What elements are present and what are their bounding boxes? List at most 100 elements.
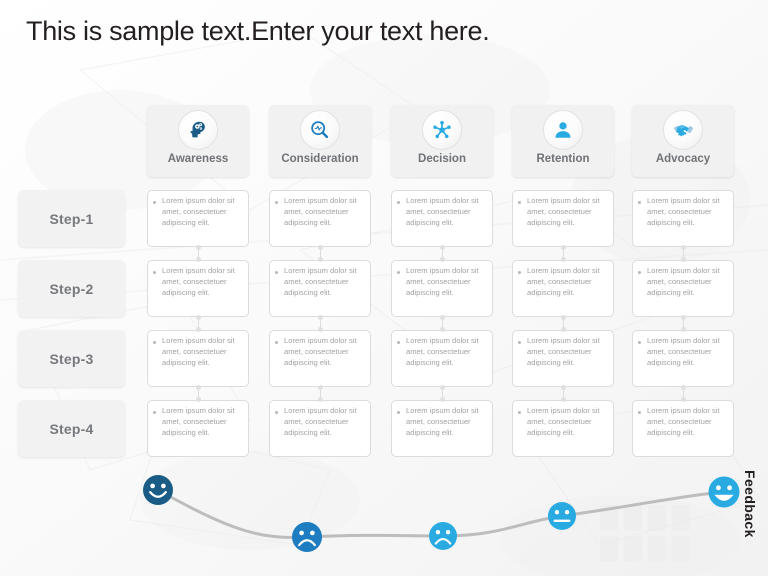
bullet-icon bbox=[397, 271, 400, 274]
cell-text: Lorem ipsum dolor sit amet, consectetuer… bbox=[527, 266, 600, 297]
header-label: Consideration bbox=[281, 153, 359, 165]
table-row[interactable]: Lorem ipsum dolor sit amet, consectetuer… bbox=[391, 190, 493, 247]
table-row[interactable]: Lorem ipsum dolor sit amet, consectetuer… bbox=[632, 330, 734, 387]
cell-text: Lorem ipsum dolor sit amet, consectetuer… bbox=[406, 196, 479, 227]
cell-text: Lorem ipsum dolor sit amet, consectetuer… bbox=[162, 406, 235, 437]
step-label-1[interactable]: Step-1 bbox=[18, 190, 125, 247]
smiley-face-sad-2[interactable] bbox=[429, 522, 457, 550]
bullet-icon bbox=[153, 411, 156, 414]
cell-text: Lorem ipsum dolor sit amet, consectetuer… bbox=[284, 196, 357, 227]
table-row[interactable]: Lorem ipsum dolor sit amet, consectetuer… bbox=[632, 190, 734, 247]
bullet-icon bbox=[638, 411, 641, 414]
table-row[interactable]: Lorem ipsum dolor sit amet, consectetuer… bbox=[512, 400, 614, 457]
bullet-icon bbox=[518, 271, 521, 274]
bullet-icon bbox=[275, 411, 278, 414]
cell-connector bbox=[440, 315, 445, 332]
cell-text: Lorem ipsum dolor sit amet, consectetuer… bbox=[162, 336, 235, 367]
step-label-3[interactable]: Step-3 bbox=[18, 330, 125, 387]
table-row[interactable]: Lorem ipsum dolor sit amet, consectetuer… bbox=[269, 190, 371, 247]
bullet-icon bbox=[397, 201, 400, 204]
step-label-text: Step-4 bbox=[49, 420, 94, 437]
header-label: Decision bbox=[418, 153, 466, 165]
cell-connector bbox=[440, 385, 445, 402]
cell-text: Lorem ipsum dolor sit amet, consectetuer… bbox=[406, 406, 479, 437]
header-label: Advocacy bbox=[655, 153, 711, 165]
person-icon bbox=[543, 110, 583, 150]
cell-text: Lorem ipsum dolor sit amet, consectetuer… bbox=[647, 336, 720, 367]
bullet-icon bbox=[153, 271, 156, 274]
table-row[interactable]: Lorem ipsum dolor sit amet, consectetuer… bbox=[512, 260, 614, 317]
smiley-face-grin[interactable] bbox=[708, 476, 740, 508]
cell-text: Lorem ipsum dolor sit amet, consectetuer… bbox=[527, 196, 600, 227]
bullet-icon bbox=[518, 411, 521, 414]
bullet-icon bbox=[275, 201, 278, 204]
cell-connector bbox=[318, 385, 323, 402]
bullet-icon bbox=[153, 201, 156, 204]
table-row[interactable]: Lorem ipsum dolor sit amet, consectetuer… bbox=[269, 330, 371, 387]
table-row[interactable]: Lorem ipsum dolor sit amet, consectetuer… bbox=[269, 400, 371, 457]
table-row[interactable]: Lorem ipsum dolor sit amet, consectetuer… bbox=[391, 260, 493, 317]
header-card-consideration[interactable]: Consideration bbox=[269, 105, 371, 177]
table-row[interactable]: Lorem ipsum dolor sit amet, consectetuer… bbox=[147, 330, 249, 387]
table-row[interactable]: Lorem ipsum dolor sit amet, consectetuer… bbox=[632, 400, 734, 457]
smiley-face-neutral[interactable] bbox=[548, 502, 576, 530]
bullet-icon bbox=[518, 341, 521, 344]
step-label-2[interactable]: Step-2 bbox=[18, 260, 125, 317]
step-label-4[interactable]: Step-4 bbox=[18, 400, 125, 457]
head-gears-icon bbox=[178, 110, 218, 150]
table-row[interactable]: Lorem ipsum dolor sit amet, consectetuer… bbox=[147, 190, 249, 247]
step-label-text: Step-1 bbox=[49, 210, 94, 227]
handshake-icon bbox=[663, 110, 703, 150]
cell-connector bbox=[318, 245, 323, 262]
cell-connector bbox=[196, 315, 201, 332]
bullet-icon bbox=[397, 341, 400, 344]
header-label: Retention bbox=[536, 153, 590, 165]
table-row[interactable]: Lorem ipsum dolor sit amet, consectetuer… bbox=[512, 190, 614, 247]
table-row[interactable]: Lorem ipsum dolor sit amet, consectetuer… bbox=[269, 260, 371, 317]
table-row[interactable]: Lorem ipsum dolor sit amet, consectetuer… bbox=[391, 400, 493, 457]
cell-text: Lorem ipsum dolor sit amet, consectetuer… bbox=[647, 266, 720, 297]
table-row[interactable]: Lorem ipsum dolor sit amet, consectetuer… bbox=[147, 260, 249, 317]
cell-text: Lorem ipsum dolor sit amet, consectetuer… bbox=[284, 266, 357, 297]
bullet-icon bbox=[518, 201, 521, 204]
cell-text: Lorem ipsum dolor sit amet, consectetuer… bbox=[527, 406, 600, 437]
cell-text: Lorem ipsum dolor sit amet, consectetuer… bbox=[162, 266, 235, 297]
bullet-icon bbox=[638, 201, 641, 204]
cell-text: Lorem ipsum dolor sit amet, consectetuer… bbox=[647, 406, 720, 437]
feedback-curve bbox=[143, 475, 740, 552]
smiley-face-happy[interactable] bbox=[143, 475, 173, 505]
network-node-icon bbox=[422, 110, 462, 150]
cell-connector bbox=[561, 245, 566, 262]
cell-connector bbox=[318, 315, 323, 332]
cell-text: Lorem ipsum dolor sit amet, consectetuer… bbox=[284, 336, 357, 367]
bullet-icon bbox=[153, 341, 156, 344]
cell-text: Lorem ipsum dolor sit amet, consectetuer… bbox=[162, 196, 235, 227]
cell-text: Lorem ipsum dolor sit amet, consectetuer… bbox=[406, 266, 479, 297]
step-label-text: Step-3 bbox=[49, 350, 94, 367]
header-card-awareness[interactable]: Awareness bbox=[147, 105, 249, 177]
header-card-advocacy[interactable]: Advocacy bbox=[632, 105, 734, 177]
header-label: Awareness bbox=[167, 153, 229, 165]
page-title: This is sample text.Enter your text here… bbox=[26, 16, 490, 46]
cell-text: Lorem ipsum dolor sit amet, consectetuer… bbox=[647, 196, 720, 227]
cell-connector bbox=[681, 245, 686, 262]
table-row[interactable]: Lorem ipsum dolor sit amet, consectetuer… bbox=[632, 260, 734, 317]
bullet-icon bbox=[275, 341, 278, 344]
smiley-face-sad-1[interactable] bbox=[292, 522, 322, 552]
cell-connector bbox=[196, 245, 201, 262]
cell-connector bbox=[561, 315, 566, 332]
bullet-icon bbox=[638, 341, 641, 344]
step-label-text: Step-2 bbox=[49, 280, 94, 297]
table-row[interactable]: Lorem ipsum dolor sit amet, consectetuer… bbox=[512, 330, 614, 387]
cell-text: Lorem ipsum dolor sit amet, consectetuer… bbox=[527, 336, 600, 367]
bullet-icon bbox=[275, 271, 278, 274]
header-card-decision[interactable]: Decision bbox=[391, 105, 493, 177]
feedback-label: Feedback bbox=[742, 470, 758, 538]
cell-text: Lorem ipsum dolor sit amet, consectetuer… bbox=[406, 336, 479, 367]
cell-text: Lorem ipsum dolor sit amet, consectetuer… bbox=[284, 406, 357, 437]
cell-connector bbox=[440, 245, 445, 262]
header-card-retention[interactable]: Retention bbox=[512, 105, 614, 177]
table-row[interactable]: Lorem ipsum dolor sit amet, consectetuer… bbox=[391, 330, 493, 387]
table-row[interactable]: Lorem ipsum dolor sit amet, consectetuer… bbox=[147, 400, 249, 457]
cell-connector bbox=[681, 385, 686, 402]
